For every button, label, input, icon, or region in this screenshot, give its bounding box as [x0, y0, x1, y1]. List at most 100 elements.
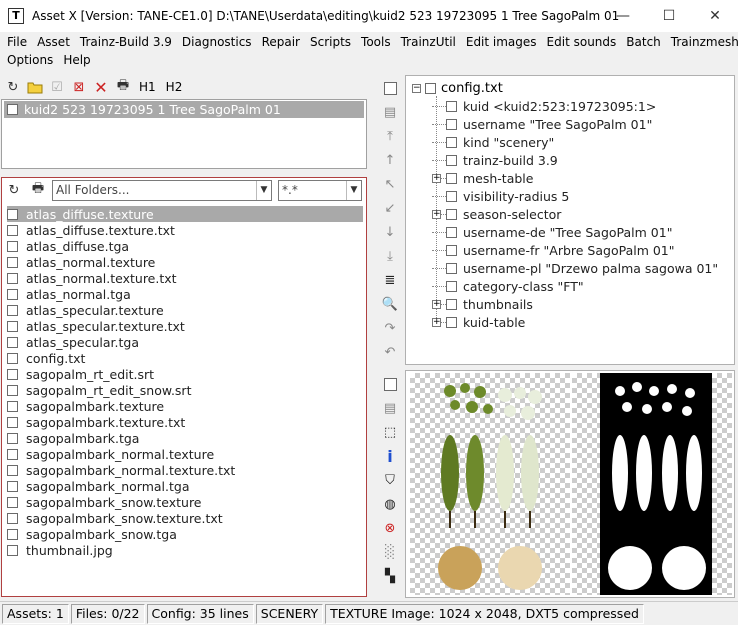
- tree-node[interactable]: + season-selector: [432, 205, 561, 223]
- file-checkbox[interactable]: [7, 272, 18, 284]
- file-list-item[interactable]: atlas_normal.texture.txt: [7, 270, 363, 286]
- file-checkbox[interactable]: [7, 400, 18, 412]
- file-checkbox[interactable]: [7, 528, 18, 540]
- file-list-item[interactable]: atlas_specular.texture.txt: [7, 318, 363, 334]
- file-list-item[interactable]: sagopalmbark.texture.txt: [7, 414, 363, 430]
- folder-dropdown[interactable]: All Folders... ▼: [52, 180, 272, 201]
- menu-edit-images[interactable]: Edit images: [461, 35, 542, 49]
- tree-node[interactable]: kind "scenery": [432, 133, 554, 151]
- save-image-icon[interactable]: ▤: [381, 399, 399, 417]
- tree-root-checkbox[interactable]: [425, 83, 436, 94]
- menu-trainzutil[interactable]: TrainzUtil: [396, 35, 461, 49]
- file-list-item[interactable]: atlas_diffuse.texture.txt: [7, 222, 363, 238]
- tree-node[interactable]: category-class "FT": [432, 277, 584, 295]
- delete-file-icon[interactable]: ⊠: [70, 78, 88, 96]
- menu-diagnostics[interactable]: Diagnostics: [177, 35, 257, 49]
- tree-node[interactable]: visibility-radius 5: [432, 187, 569, 205]
- menu-edit-sounds[interactable]: Edit sounds: [542, 35, 622, 49]
- tree-node[interactable]: trainz-build 3.9: [432, 151, 558, 169]
- file-checkbox[interactable]: [7, 288, 18, 300]
- tree-node-checkbox[interactable]: [446, 172, 457, 184]
- tree-node[interactable]: + kuid-table: [432, 313, 525, 331]
- checker-icon[interactable]: ▚: [381, 567, 399, 585]
- file-checkbox[interactable]: [7, 320, 18, 332]
- menu-asset[interactable]: Asset: [32, 35, 75, 49]
- file-list-item[interactable]: sagopalmbark_normal.texture: [7, 446, 363, 462]
- tree-node[interactable]: + thumbnails: [432, 295, 533, 313]
- move-top-icon[interactable]: ⤒: [381, 127, 399, 145]
- menu-trainzmesh[interactable]: Trainzmesh: [666, 35, 738, 49]
- move-bottom-icon[interactable]: ⤓: [381, 247, 399, 265]
- expand-icon[interactable]: +: [432, 299, 441, 309]
- expand-icon[interactable]: +: [432, 317, 441, 327]
- file-list-item[interactable]: sagopalmbark_normal.tga: [7, 478, 363, 494]
- tree-node-checkbox[interactable]: [446, 226, 457, 238]
- tree-node-checkbox[interactable]: [446, 280, 457, 292]
- open-folder-icon[interactable]: [26, 78, 44, 96]
- file-list-item[interactable]: sagopalmbark.tga: [7, 430, 363, 446]
- select-all-icon[interactable]: [381, 79, 399, 97]
- close-button[interactable]: ✕: [692, 0, 738, 32]
- tree-node-checkbox[interactable]: [446, 298, 457, 310]
- tree-root[interactable]: − config.txt: [412, 81, 503, 96]
- maximize-button[interactable]: ☐: [646, 0, 692, 32]
- refresh-icon[interactable]: ↻: [4, 78, 22, 96]
- file-checkbox[interactable]: [7, 304, 18, 316]
- move-down-icon[interactable]: ↓: [381, 223, 399, 241]
- tree-node-checkbox[interactable]: [446, 244, 457, 256]
- tree-node-checkbox[interactable]: [446, 316, 457, 328]
- menu-scripts[interactable]: Scripts: [305, 35, 356, 49]
- tree-node[interactable]: username-pl "Drzewo palma sagowa 01": [432, 259, 718, 277]
- filter-dropdown[interactable]: *.* ▼: [278, 180, 362, 201]
- chevron-down-icon[interactable]: ▼: [256, 181, 271, 200]
- shield-icon[interactable]: ⛉: [381, 471, 399, 489]
- file-checkbox[interactable]: [7, 384, 18, 396]
- tree-node-checkbox[interactable]: [446, 190, 457, 202]
- file-checkbox[interactable]: [7, 464, 18, 476]
- file-checkbox[interactable]: [7, 512, 18, 524]
- tree-node-checkbox[interactable]: [446, 118, 457, 130]
- tree-node[interactable]: username-de "Tree SagoPalm 01": [432, 223, 672, 241]
- delete-icon[interactable]: ✕: [92, 78, 110, 97]
- menu-options[interactable]: Options: [2, 53, 58, 67]
- list-icon[interactable]: ≣: [381, 271, 399, 289]
- alpha-icon[interactable]: ◍: [381, 495, 399, 513]
- file-checkbox[interactable]: [7, 416, 18, 428]
- move-up-icon[interactable]: ↑: [381, 151, 399, 169]
- menu-tools[interactable]: Tools: [356, 35, 396, 49]
- h2-button[interactable]: H2: [163, 80, 186, 94]
- file-list-item[interactable]: atlas_specular.texture: [7, 302, 363, 318]
- menu-file[interactable]: File: [2, 35, 32, 49]
- file-list-item[interactable]: atlas_normal.texture: [7, 254, 363, 270]
- file-list-item[interactable]: sagopalm_rt_edit.srt: [7, 366, 363, 382]
- undo-icon[interactable]: ↶: [381, 343, 399, 361]
- file-checkbox[interactable]: [7, 368, 18, 380]
- tree-node[interactable]: kuid <kuid2:523:19723095:1>: [432, 97, 656, 115]
- file-checkbox[interactable]: [7, 208, 18, 220]
- file-list-item[interactable]: sagopalmbark.texture: [7, 398, 363, 414]
- tree-node-checkbox[interactable]: [446, 100, 457, 112]
- file-list-item[interactable]: sagopalm_rt_edit_snow.srt: [7, 382, 363, 398]
- file-checkbox[interactable]: [7, 336, 18, 348]
- file-checkbox[interactable]: [7, 432, 18, 444]
- tree-node-checkbox[interactable]: [446, 262, 457, 274]
- print-files-icon[interactable]: 🖶: [29, 181, 47, 199]
- file-list-item[interactable]: sagopalmbark_snow.texture.txt: [7, 510, 363, 526]
- print-icon[interactable]: 🖶: [114, 78, 132, 96]
- menu-batch[interactable]: Batch: [621, 35, 666, 49]
- search-icon[interactable]: 🔍: [381, 295, 399, 313]
- file-list-item[interactable]: sagopalmbark_snow.tga: [7, 526, 363, 542]
- indent-up-icon[interactable]: ↖: [381, 175, 399, 193]
- redo-icon[interactable]: ↷: [381, 319, 399, 337]
- file-checkbox[interactable]: [7, 544, 18, 556]
- refresh-files-icon[interactable]: ↻: [5, 181, 23, 199]
- file-checkbox[interactable]: [7, 352, 18, 364]
- dither-icon[interactable]: ░: [381, 543, 399, 561]
- file-checkbox[interactable]: [7, 496, 18, 508]
- file-list-item[interactable]: atlas_normal.tga: [7, 286, 363, 302]
- file-list-item[interactable]: sagopalmbark_snow.texture: [7, 494, 363, 510]
- info-icon[interactable]: i: [381, 447, 399, 466]
- tree-node[interactable]: + mesh-table: [432, 169, 533, 187]
- chevron-down-icon[interactable]: ▼: [346, 181, 361, 200]
- tree-node-checkbox[interactable]: [446, 154, 457, 166]
